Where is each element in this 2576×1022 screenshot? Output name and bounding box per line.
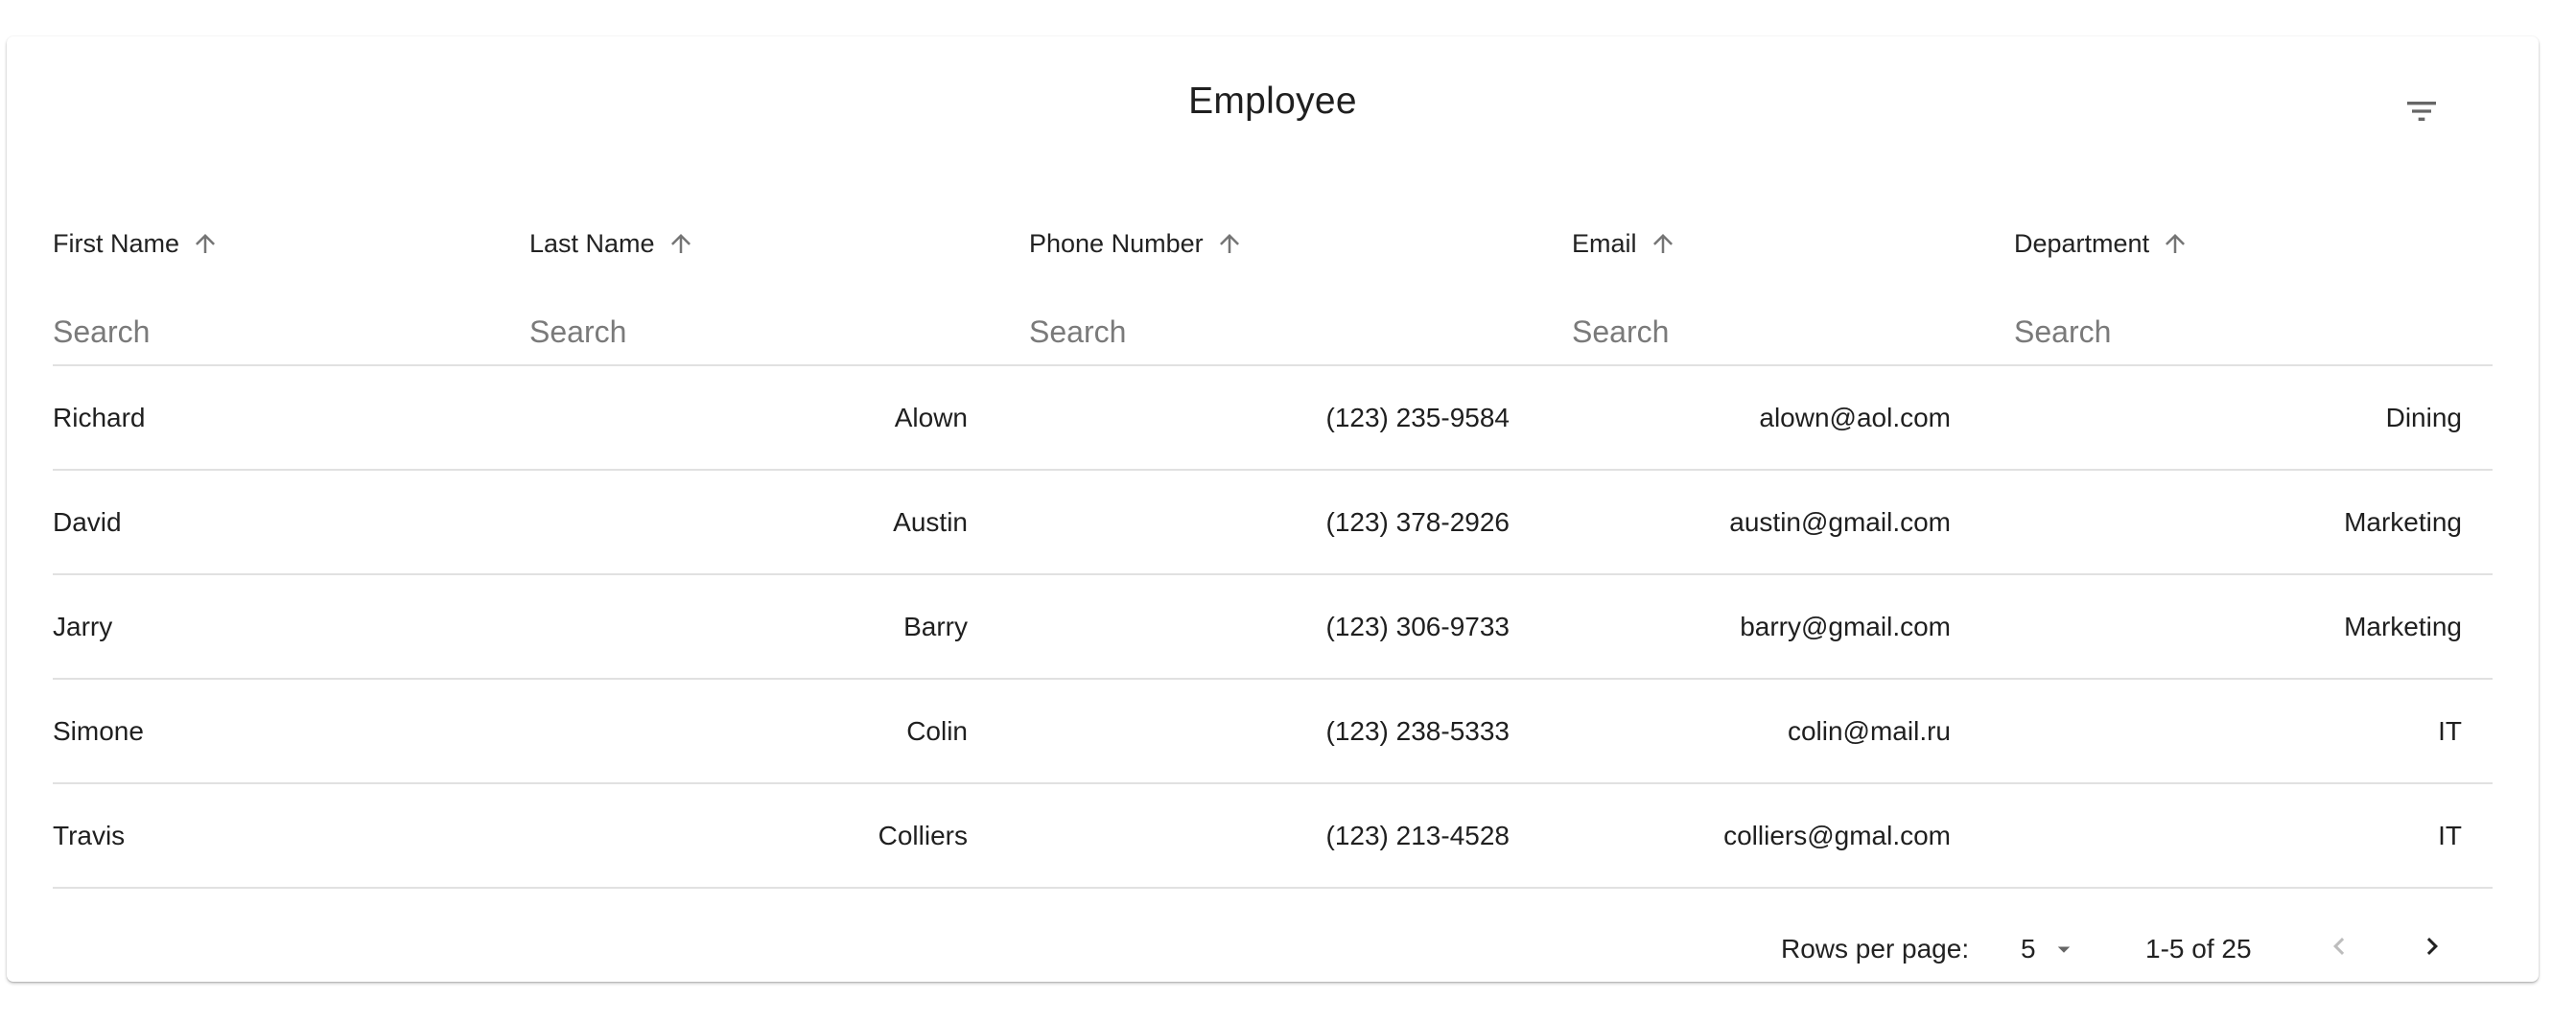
arrow-up-icon [667,229,695,258]
cell-department: Marketing [2344,611,2462,641]
cell-first-name: Richard [53,402,146,432]
search-email-input[interactable] [1572,299,1894,366]
cell-phone-number: (123) 306-9733 [1325,611,1510,641]
page-range: 1-5 of 25 [2145,934,2252,964]
sort-last-name-button[interactable]: Last Name [529,224,695,263]
cell-email: colin@mail.ru [1787,715,1951,746]
rows-per-page-select[interactable]: 5 [2021,918,2078,980]
arrow-up-icon [2161,229,2190,258]
cell-phone-number: (123) 213-4528 [1325,820,1510,850]
sort-department-button[interactable]: Department [2014,224,2190,263]
row-divider [53,887,2493,889]
rows-per-page-value: 5 [2021,934,2036,964]
cell-first-name: Travis [53,820,126,850]
column-header-phone-number: Phone Number [1029,224,1351,366]
chevron-right-icon [2415,929,2449,970]
cell-phone-number: (123) 238-5333 [1325,715,1510,746]
sort-phone-number-button[interactable]: Phone Number [1029,224,1244,263]
column-header-last-name: Last Name [529,224,852,366]
arrow-up-icon [1215,229,1244,258]
cell-department: Marketing [2344,506,2462,537]
cell-phone-number: (123) 378-2926 [1325,506,1510,537]
table-row[interactable]: David Austin (123) 378-2926 austin@gmail… [53,471,2493,573]
cell-first-name: Jarry [53,611,113,641]
search-first-name-input[interactable] [53,299,375,366]
search-last-name-input[interactable] [529,299,852,366]
cell-phone-number: (123) 235-9584 [1325,402,1510,432]
cell-email: colliers@gmal.com [1723,820,1951,850]
cell-department: Dining [2385,402,2462,432]
column-label: First Name [53,228,180,258]
cell-last-name: Alown [894,402,968,432]
rows-per-page-label: Rows per page: [1781,934,1970,964]
cell-last-name: Barry [903,611,968,641]
cell-last-name: Austin [893,506,968,537]
cell-department: IT [2438,820,2462,850]
cell-email: austin@gmail.com [1729,506,1951,537]
next-page-button[interactable] [2401,918,2463,980]
column-label: Phone Number [1029,228,1204,258]
column-header-email: Email [1572,224,1894,366]
employee-table-card: Employee First Name Last Name Phone Numb… [7,36,2539,982]
cell-first-name: Simone [53,715,144,746]
pagination: Rows per page: 5 1-5 of 25 [7,918,2539,980]
column-label: Department [2014,228,2150,258]
column-header-first-name: First Name [53,224,375,366]
previous-page-button[interactable] [2308,918,2370,980]
table-title: Employee [1188,81,1357,122]
column-header-department: Department [2014,224,2336,366]
cell-last-name: Colliers [878,820,968,850]
table-row[interactable]: Jarry Barry (123) 306-9733 barry@gmail.c… [53,575,2493,678]
table-row[interactable]: Richard Alown (123) 235-9584 alown@aol.c… [53,366,2493,469]
table-row[interactable]: Travis Colliers (123) 213-4528 colliers@… [53,784,2493,887]
table-row[interactable]: Simone Colin (123) 238-5333 colin@mail.r… [53,680,2493,782]
filter-button[interactable] [2391,82,2452,144]
column-label: Last Name [529,228,655,258]
search-department-input[interactable] [2014,299,2336,366]
cell-email: alown@aol.com [1759,402,1951,432]
chevron-left-icon [2322,929,2356,970]
cell-email: barry@gmail.com [1740,611,1951,641]
cell-first-name: David [53,506,122,537]
sort-email-button[interactable]: Email [1572,224,1677,263]
arrow-up-icon [191,229,220,258]
sort-first-name-button[interactable]: First Name [53,224,220,263]
arrow-drop-down-icon [2049,935,2078,964]
cell-last-name: Colin [906,715,968,746]
column-label: Email [1572,228,1637,258]
arrow-up-icon [1649,229,1677,258]
cell-department: IT [2438,715,2462,746]
search-phone-number-input[interactable] [1029,299,1351,366]
filter-list-icon [2402,92,2441,135]
